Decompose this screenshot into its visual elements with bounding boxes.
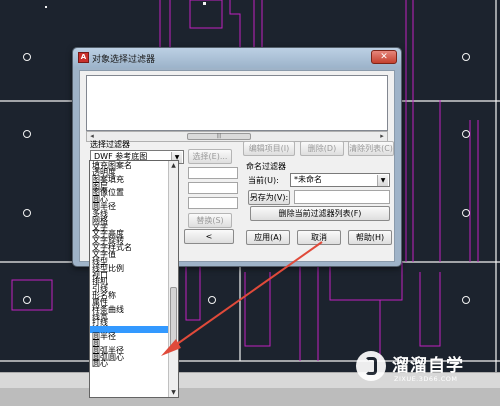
watermark-url: ZIXUE.3D66.COM (394, 375, 458, 383)
watermark: 溜溜自学 ZIXUE.3D66.COM (356, 351, 496, 391)
arrow-icon (161, 241, 323, 356)
watermark-title: 溜溜自学 (392, 356, 464, 376)
watermark-logo-icon (356, 351, 386, 381)
